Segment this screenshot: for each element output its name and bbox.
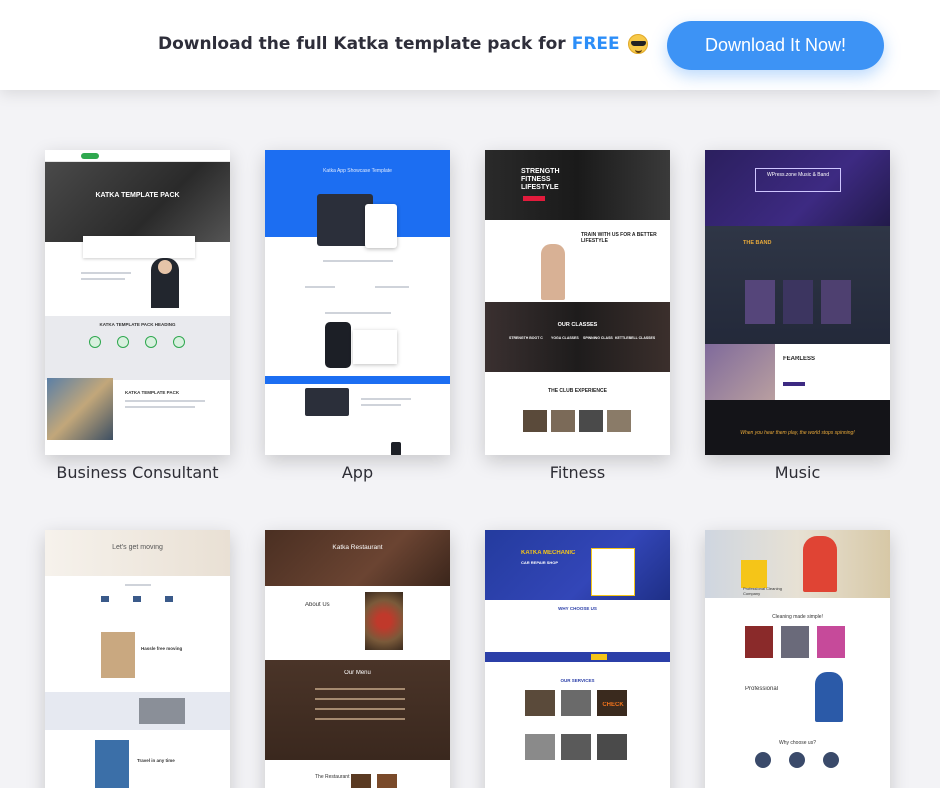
sunglasses-face-icon [627,34,648,54]
template-thumbnail[interactable]: STRENGTH FITNESS LIFESTYLE TRAIN WITH US… [485,150,670,455]
preview-class-item: YOGA CLASSES [551,336,579,340]
preview-section-title: Cleaning made simple! [772,614,823,620]
preview-menu-title: Our Menu [344,670,371,676]
preview-hero-title: Let's get moving [112,544,163,551]
preview-about-title: About Us [305,602,330,608]
preview-section-title: Hassle free moving [141,646,183,651]
preview-hero-title: Katka Restaurant [332,544,383,551]
preview-services-title: OUR SERVICES [560,678,595,683]
preview-pro-title: Professional [745,686,779,692]
preview-classes-title: OUR CLASSES [557,322,598,328]
download-now-button[interactable]: Download It Now! [667,21,884,70]
template-thumbnail[interactable]: Katka Restaurant About Us Our Menu The R… [265,530,450,788]
template-thumbnail[interactable]: WPress.zone Music & Band THE BAND FEARLE… [705,150,890,455]
template-thumbnail[interactable]: Let's get moving Hassle free moving Trav… [45,530,230,788]
preview-hero-title: STRENGTH FITNESS LIFESTYLE [521,168,560,191]
template-name[interactable]: App [245,463,470,482]
promo-free-label: FREE [571,34,620,54]
template-thumbnail[interactable]: Professional Cleaning Company Cleaning m… [705,530,890,788]
preview-section-title: KATKA TEMPLATE PACK HEADING [99,322,176,327]
preview-why-title: Why choose us? [779,740,816,746]
template-name[interactable]: Business Consultant [25,463,250,482]
preview-experience-title: THE CLUB EXPERIENCE [548,388,607,394]
preview-section-title: TRAIN WITH US FOR A BETTER LIFESTYLE [581,232,657,244]
template-thumbnail[interactable]: Katka App Showcase Template [265,150,450,455]
preview-footer-title: Travel in any time [137,758,175,763]
preview-class-item: SPINNING CLASSES [583,336,613,340]
preview-footer-title: KATKA TEMPLATE PACK [125,390,180,395]
promo-text: Download the full Katka template pack fo… [158,34,648,54]
preview-class-item: KETTLEBELL CLASSES [615,336,655,340]
preview-hero-sub: Professional Cleaning Company [743,586,782,596]
preview-feature-title: FEARLESS [783,356,816,362]
preview-class-item: STRENGTH BOOT CAMP [509,336,543,340]
preview-hero-title: WPress.zone Music & Band [767,172,829,178]
preview-check-label: CHECK [602,702,624,708]
preview-hero-title: KATKA MECHANIC [521,550,576,556]
template-thumbnail[interactable]: KATKA MECHANIC CAR REPAIR SHOP WHY CHOOS… [485,530,670,788]
template-thumbnail[interactable]: KATKA TEMPLATE PACK KATKA TEMPLATE PACK … [45,150,230,455]
template-name[interactable]: Music [685,463,910,482]
preview-hero-title: KATKA TEMPLATE PACK [95,192,180,199]
preview-hero-title: Katka App Showcase Template [323,168,392,174]
preview-quote: When you hear them play, the world stops… [740,430,855,436]
preview-hero-sub: CAR REPAIR SHOP [521,560,559,565]
preview-why-title: WHY CHOOSE US [558,606,597,611]
preview-band-title: THE BAND [743,240,772,246]
promo-message: Download the full Katka template pack fo… [158,34,566,54]
template-name[interactable]: Fitness [465,463,690,482]
promo-bar: Download the full Katka template pack fo… [0,0,940,90]
